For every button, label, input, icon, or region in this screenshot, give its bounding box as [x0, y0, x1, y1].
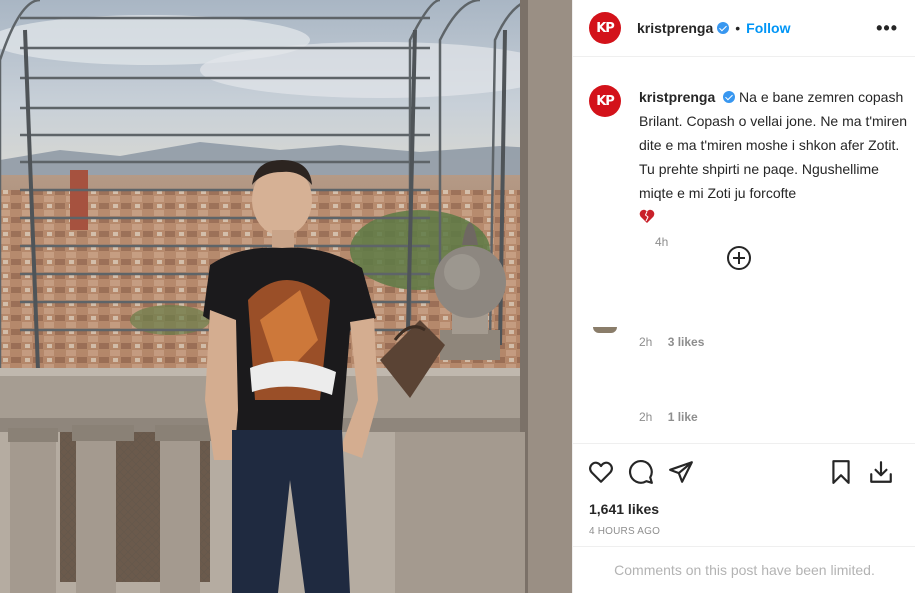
verified-badge-icon: [717, 22, 730, 34]
caption-avatar[interactable]: KP: [589, 85, 621, 117]
photo-scene: [0, 0, 572, 593]
caption-timestamp[interactable]: 4h: [655, 235, 668, 249]
comment-likes-link[interactable]: 1 like: [668, 410, 698, 424]
broken-heart-emoji-icon: [639, 209, 655, 223]
post-header: KP kristprenga • Follow •••: [573, 0, 915, 57]
save-icon[interactable]: [828, 459, 854, 485]
heart-icon[interactable]: [588, 459, 614, 485]
follow-button[interactable]: Follow: [746, 20, 790, 36]
comment-avatar-partial: [593, 327, 617, 333]
separator-dot: •: [735, 20, 741, 36]
caption: KP kristprenga Na e bane zemren copash B…: [589, 85, 909, 249]
comment-likes-link[interactable]: 3 likes: [668, 335, 705, 349]
avatar[interactable]: KP: [589, 12, 621, 44]
comment-icon[interactable]: [628, 459, 654, 485]
comments-limited-notice: Comments on this post have been limited.: [573, 546, 915, 593]
verified-badge-icon: [723, 91, 736, 103]
more-options-icon[interactable]: •••: [876, 18, 898, 39]
load-more-comments-icon[interactable]: [727, 246, 751, 270]
likes-count[interactable]: 1,641 likes: [589, 501, 659, 517]
post-side-panel: KP kristprenga • Follow ••• KP kristpren…: [572, 0, 915, 593]
comment-timestamp[interactable]: 2h: [639, 335, 652, 349]
instagram-post-modal: KP kristprenga • Follow ••• KP kristpren…: [0, 0, 915, 593]
caption-username-link[interactable]: kristprenga: [639, 89, 715, 105]
caption-body: Na e bane zemren copash Brilant. Copash …: [639, 89, 908, 201]
comment-timestamp[interactable]: 2h: [639, 410, 652, 424]
download-icon[interactable]: [868, 459, 894, 485]
comment-meta-row: 2h 3 likes: [639, 335, 704, 349]
post-photo[interactable]: [0, 0, 572, 593]
header-username-link[interactable]: kristprenga: [637, 20, 713, 36]
comments-section: KP kristprenga Na e bane zemren copash B…: [573, 57, 915, 443]
post-timestamp[interactable]: 4 HOURS AGO: [589, 526, 660, 537]
share-icon[interactable]: [668, 459, 694, 485]
comment-meta-row: 2h 1 like: [639, 410, 698, 424]
post-actions: 1,641 likes 4 HOURS AGO Comments on this…: [573, 443, 915, 593]
caption-text: kristprenga Na e bane zemren copash Bril…: [639, 85, 909, 229]
